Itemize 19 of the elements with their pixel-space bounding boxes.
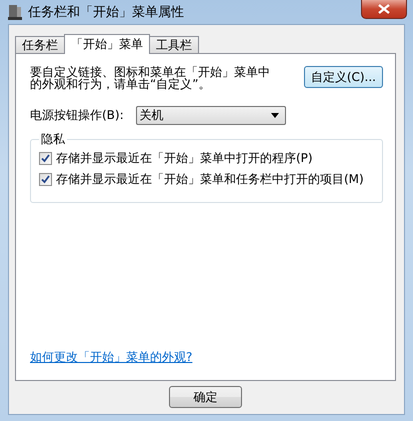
tab[interactable]: 工具栏	[149, 36, 199, 53]
checkbox[interactable]	[39, 173, 52, 186]
intro-text: 要自定义链接、图标和菜单在「开始」菜单中的外观和行为，请单击“自定义”。	[30, 66, 271, 90]
close-button[interactable]	[361, 0, 407, 19]
tab[interactable]: 「开始」菜单	[64, 34, 150, 54]
group-title: 隐私	[40, 131, 66, 148]
checkbox-option[interactable]: 存储并显示最近在「开始」菜单中打开的程序(P)	[39, 150, 376, 167]
dropdown-arrow-icon	[270, 113, 279, 118]
checkbox-option[interactable]: 存储并显示最近在「开始」菜单和任务栏中打开的项目(M)	[39, 171, 376, 188]
checkbox[interactable]	[39, 152, 52, 165]
tab[interactable]: 任务栏	[15, 36, 65, 53]
window-app-icon	[8, 4, 22, 20]
ok-button[interactable]: 确定	[169, 386, 242, 408]
help-link[interactable]: 如何更改「开始」菜单的外观?	[30, 349, 383, 366]
close-icon	[378, 4, 390, 14]
power-button-label: 电源按钮操作(B):	[30, 107, 124, 124]
customize-button[interactable]: 自定义(C)...	[304, 66, 383, 88]
window-title: 任务栏和「开始」菜单属性	[28, 4, 184, 21]
power-action-dropdown[interactable]: 关机	[136, 106, 286, 125]
